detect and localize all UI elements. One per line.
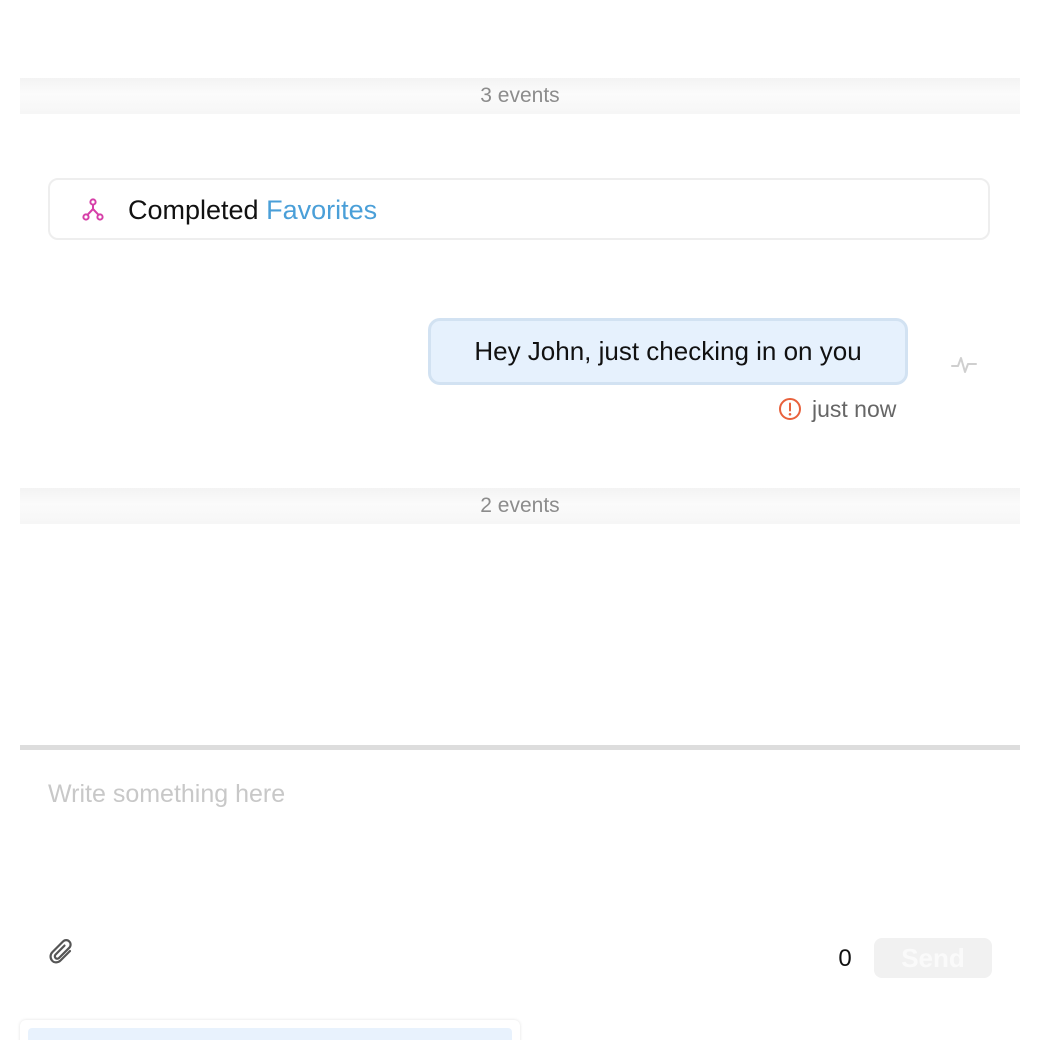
message-status: just now <box>778 394 896 424</box>
composer-divider <box>20 745 1020 750</box>
bottom-suggestion-item[interactable] <box>28 1028 512 1040</box>
send-button[interactable]: Send <box>874 938 992 978</box>
events-count-label: 2 events <box>480 494 560 517</box>
message-timestamp: just now <box>812 395 897 422</box>
workflow-event-prefix: Completed <box>128 195 259 225</box>
bottom-suggestion-panel <box>20 1020 520 1040</box>
message-composer-input[interactable] <box>48 776 988 916</box>
events-count-label: 3 events <box>480 84 560 107</box>
collapsed-events-divider-top[interactable]: 3 events <box>20 78 1020 114</box>
collapsed-events-divider-bottom[interactable]: 2 events <box>20 488 1020 524</box>
character-count: 0 <box>838 945 852 972</box>
message-text: Hey John, just checking in on you <box>474 336 862 366</box>
workflow-event-text: Completed Favorites <box>128 194 377 226</box>
workflow-event-card: Completed Favorites <box>48 178 990 240</box>
workflow-name-link[interactable]: Favorites <box>266 195 377 225</box>
outgoing-message-bubble[interactable]: Hey John, just checking in on you <box>428 318 908 385</box>
paperclip-icon[interactable] <box>48 938 76 968</box>
activity-pulse-icon[interactable] <box>950 352 978 378</box>
workflow-branch-icon <box>82 198 104 221</box>
conversation-view: 3 events Completed Favorites Hey John, j… <box>0 0 1040 1040</box>
error-circle-icon[interactable] <box>778 397 802 421</box>
